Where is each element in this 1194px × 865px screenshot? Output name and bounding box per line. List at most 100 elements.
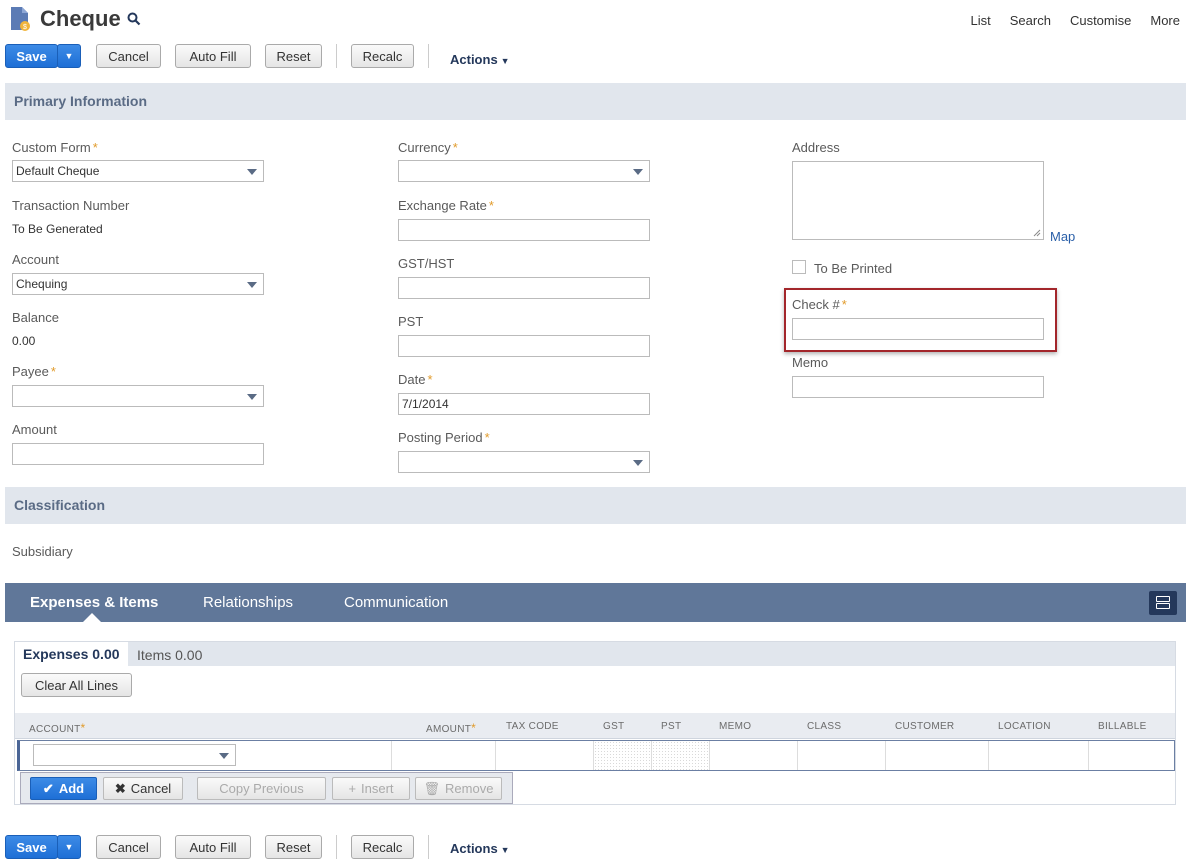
caret-down-icon: ▼: [500, 845, 510, 855]
caret-down-icon: ▼: [500, 56, 510, 66]
account-line-select[interactable]: [33, 744, 236, 766]
balance-value: 0.00: [12, 334, 36, 348]
date-label-text: Date: [398, 372, 426, 387]
currency-select[interactable]: [398, 160, 650, 182]
insert-line-button[interactable]: + Insert: [332, 777, 410, 800]
custom-form-select[interactable]: Default Cheque: [12, 160, 264, 182]
cell-customer[interactable]: [886, 741, 989, 770]
transaction-number-value: To Be Generated: [12, 222, 103, 236]
primary-information-header[interactable]: Primary Information: [5, 83, 1186, 120]
x-icon: ✖: [114, 780, 126, 796]
cell-amount[interactable]: [392, 741, 496, 770]
column-memo: Memo: [719, 721, 752, 732]
grid-header: Account* Amount* Tax Code GST PST Memo C…: [15, 713, 1175, 739]
chevron-down-icon: ▼: [64, 51, 74, 61]
save-dropdown-button[interactable]: ▼: [57, 44, 81, 68]
subtab-expenses[interactable]: Expenses 0.00: [15, 642, 128, 666]
date-label: Date *: [398, 372, 433, 387]
copy-previous-button[interactable]: Copy Previous: [197, 777, 326, 800]
subtab-items[interactable]: Items 0.00: [137, 647, 202, 663]
save-button[interactable]: Save: [5, 44, 58, 68]
actions-label: Actions: [450, 52, 498, 67]
tab-expenses-items[interactable]: Expenses & Items: [30, 594, 158, 611]
column-location: Location: [998, 721, 1051, 732]
add-line-button[interactable]: ✔ Add: [30, 777, 97, 800]
cell-pst: [652, 741, 710, 770]
column-gst: GST: [603, 721, 625, 732]
currency-label-text: Currency: [398, 140, 451, 155]
save-dropdown-button-bottom[interactable]: ▼: [57, 835, 81, 859]
custom-form-label-text: Custom Form: [12, 140, 91, 155]
date-input[interactable]: 7/1/2014: [398, 393, 650, 415]
cell-gst: [594, 741, 652, 770]
row-action-bar: ✔ Add ✖ Cancel Copy Previous + Insert 🗑 Remo…: [20, 772, 513, 804]
insert-line-label: Insert: [361, 781, 394, 796]
subtab-bar: Expenses 0.00 Items 0.00: [15, 642, 1175, 666]
column-account: Account*: [29, 721, 86, 735]
map-link[interactable]: Map: [1050, 229, 1075, 244]
exchange-rate-label: Exchange Rate *: [398, 198, 494, 213]
required-asterisk: *: [471, 721, 477, 735]
resize-grip-icon[interactable]: [1033, 229, 1041, 237]
cell-account[interactable]: [20, 741, 392, 770]
to-be-printed-checkbox[interactable]: [792, 260, 806, 274]
gst-hst-input[interactable]: [398, 277, 650, 299]
cancel-line-button[interactable]: ✖ Cancel: [103, 777, 183, 800]
amount-input[interactable]: [12, 443, 264, 465]
classification-header[interactable]: Classification: [5, 487, 1186, 524]
list-link[interactable]: List: [971, 13, 991, 28]
clear-all-lines-button[interactable]: Clear All Lines: [21, 673, 132, 697]
address-textarea[interactable]: [792, 161, 1044, 240]
toggle-bar-top: [1156, 596, 1170, 602]
tab-relationships[interactable]: Relationships: [203, 594, 293, 611]
actions-menu[interactable]: Actions ▼: [450, 52, 510, 67]
page-title: Cheque: [40, 6, 121, 31]
required-asterisk: *: [427, 372, 433, 387]
auto-fill-button[interactable]: Auto Fill: [175, 44, 251, 68]
dropdown-arrow-icon: [633, 460, 643, 466]
reset-button-bottom[interactable]: Reset: [265, 835, 322, 859]
search-icon[interactable]: [127, 12, 141, 26]
search-link[interactable]: Search: [1010, 13, 1051, 28]
auto-fill-button-bottom[interactable]: Auto Fill: [175, 835, 251, 859]
column-tax-code: Tax Code: [506, 721, 559, 732]
plus-icon: +: [348, 781, 357, 796]
address-label: Address: [792, 140, 840, 155]
recalc-button-bottom[interactable]: Recalc: [351, 835, 414, 859]
chevron-down-icon: ▼: [64, 842, 74, 852]
cancel-button[interactable]: Cancel: [96, 44, 161, 68]
check-number-label: Check # *: [792, 297, 847, 312]
cell-memo[interactable]: [710, 741, 798, 770]
cell-class[interactable]: [798, 741, 886, 770]
posting-period-select[interactable]: [398, 451, 650, 473]
toolbar-divider: [428, 44, 429, 68]
customise-link[interactable]: Customise: [1070, 13, 1131, 28]
save-button-bottom[interactable]: Save: [5, 835, 58, 859]
cell-billable[interactable]: [1089, 741, 1175, 770]
check-number-input[interactable]: [792, 318, 1044, 340]
cell-tax-code[interactable]: [496, 741, 594, 770]
posting-period-label-text: Posting Period: [398, 430, 483, 445]
remove-line-button[interactable]: 🗑 Remove: [415, 777, 502, 800]
pst-input[interactable]: [398, 335, 650, 357]
cell-location[interactable]: [989, 741, 1089, 770]
column-account-label: Account: [29, 724, 81, 735]
tab-bar: Expenses & Items Relationships Communica…: [5, 583, 1186, 622]
cancel-button-bottom[interactable]: Cancel: [96, 835, 161, 859]
toggle-layout-icon[interactable]: [1149, 591, 1177, 615]
payee-select[interactable]: [12, 385, 264, 407]
tab-communication[interactable]: Communication: [344, 594, 448, 611]
account-select[interactable]: Chequing: [12, 273, 264, 295]
cancel-line-label: Cancel: [130, 781, 172, 796]
exchange-rate-input[interactable]: [398, 219, 650, 241]
memo-input[interactable]: [792, 376, 1044, 398]
posting-period-label: Posting Period *: [398, 430, 490, 445]
dropdown-arrow-icon: [633, 169, 643, 175]
cheque-document-icon: $: [11, 7, 30, 31]
actions-menu-bottom[interactable]: Actions ▼: [450, 841, 510, 856]
currency-label: Currency *: [398, 140, 458, 155]
more-link[interactable]: More: [1150, 13, 1180, 28]
reset-button[interactable]: Reset: [265, 44, 322, 68]
recalc-button[interactable]: Recalc: [351, 44, 414, 68]
column-amount: Amount*: [426, 721, 476, 735]
